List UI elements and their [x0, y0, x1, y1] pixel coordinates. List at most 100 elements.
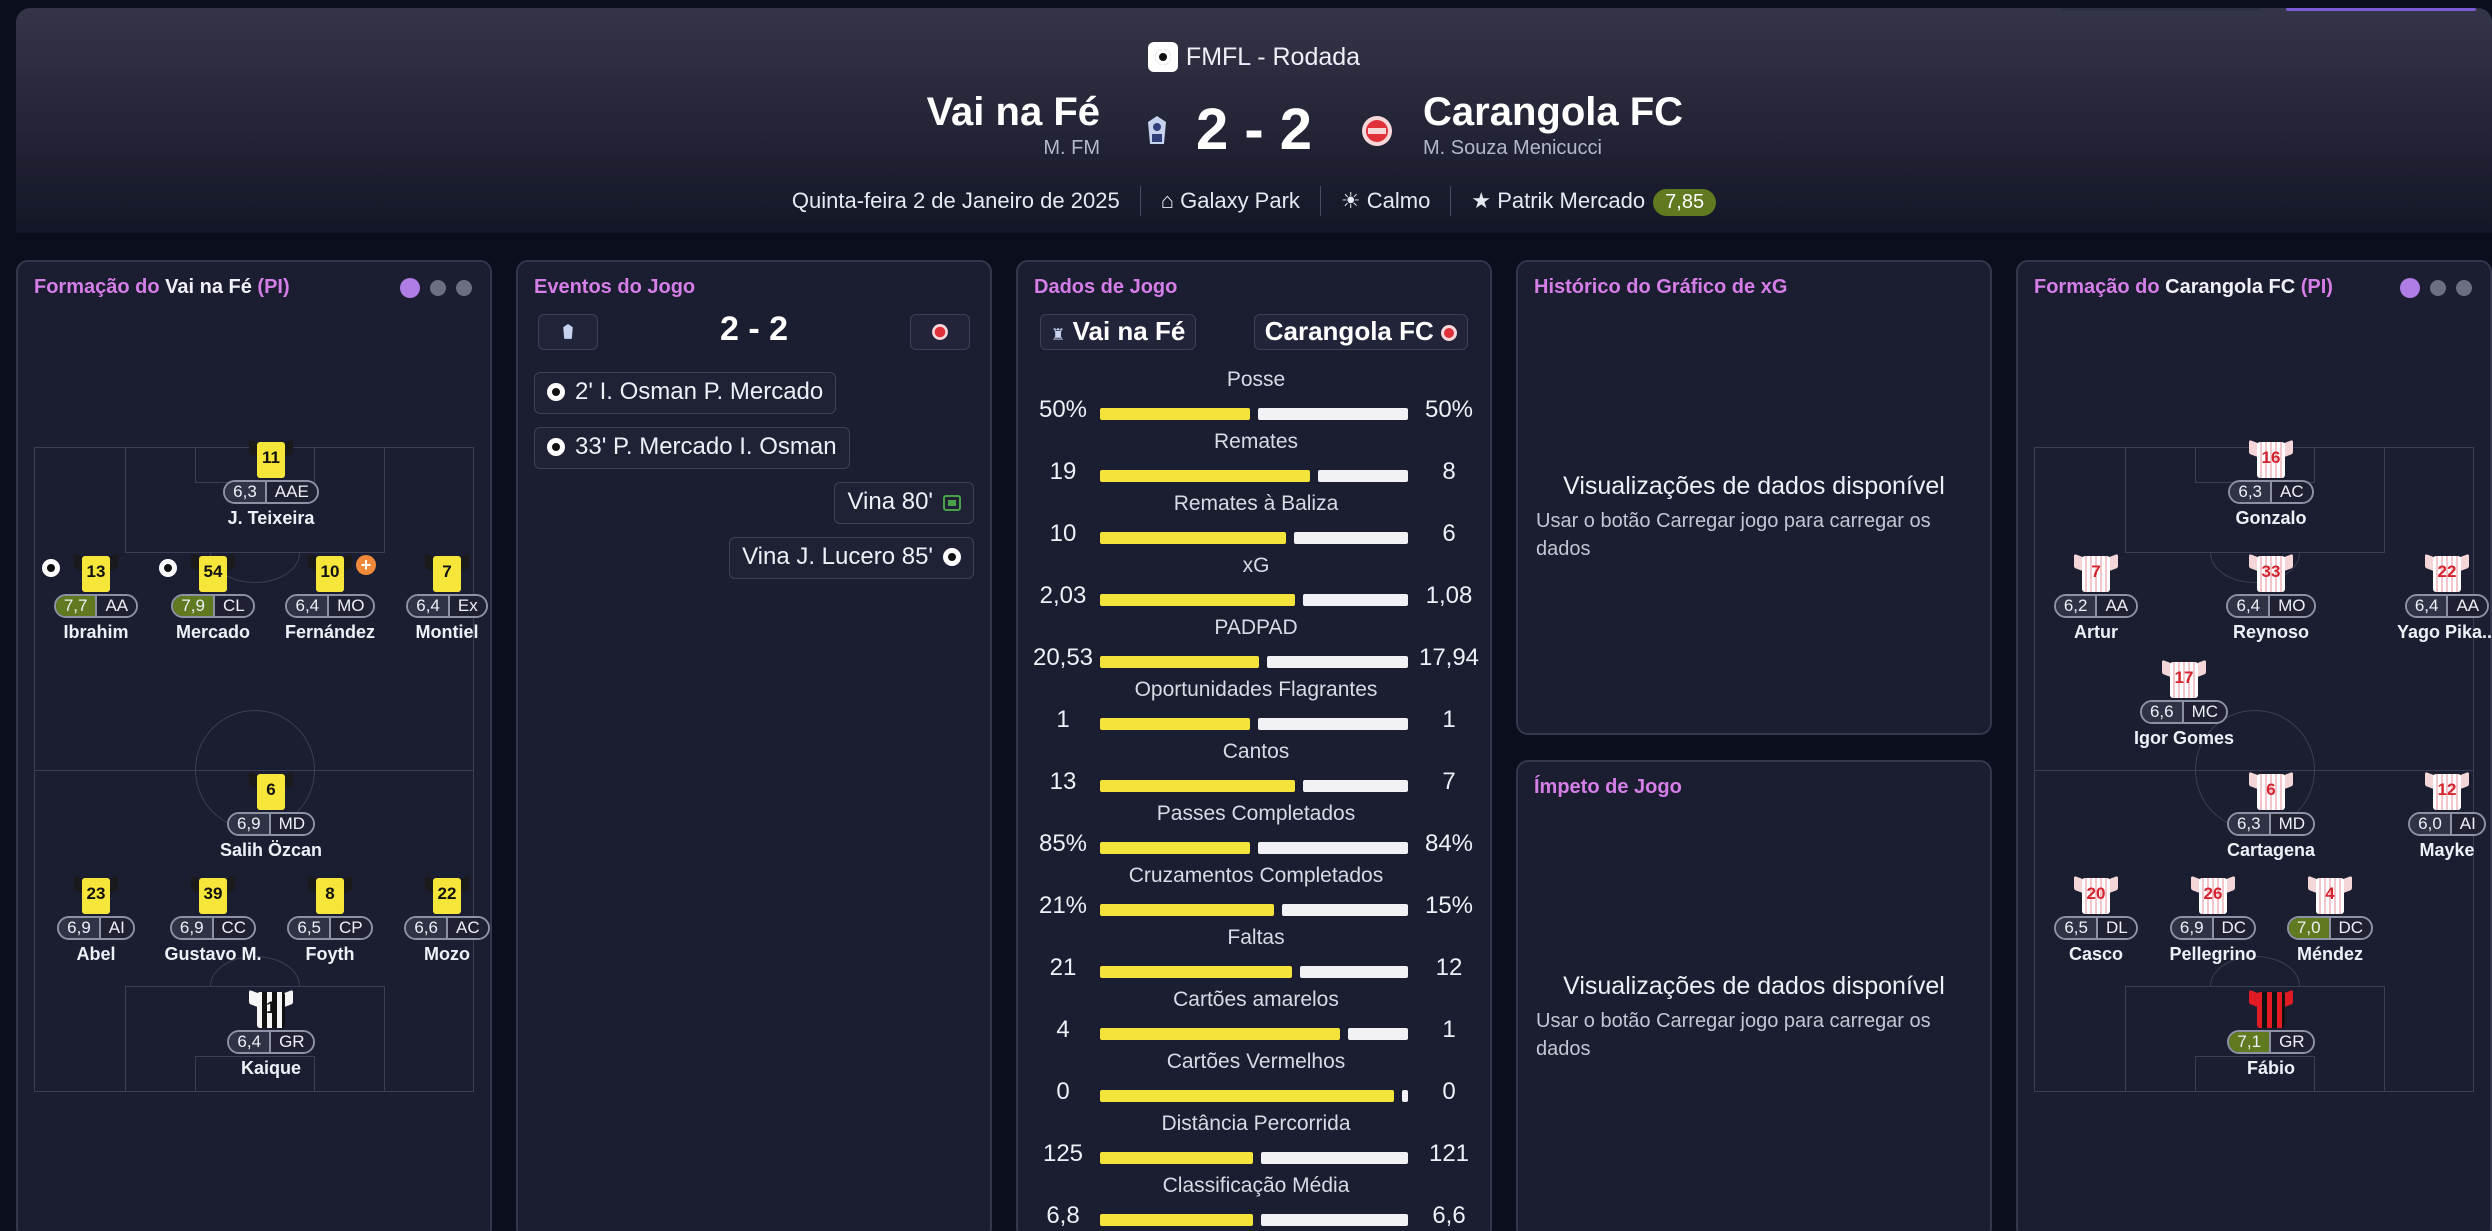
player-marker[interactable]: 22 6,6 AC Mozo [387, 875, 507, 965]
player-name[interactable]: Yago Pika... [2387, 622, 2492, 643]
player-name[interactable]: Kaique [211, 1058, 331, 1079]
player-name[interactable]: Fernández [270, 622, 390, 643]
player-marker[interactable]: 26 6,9 DC Pellegrino [2153, 875, 2273, 965]
shirt-icon: 6 [2249, 771, 2293, 810]
page-dot-1[interactable] [400, 278, 420, 298]
player-position: MO [2268, 596, 2314, 616]
player-marker[interactable]: 8 6,5 CP Foyth [270, 875, 390, 965]
player-marker[interactable]: 20 6,5 DL Casco [2036, 875, 2156, 965]
player-name[interactable]: Gustavo M. [153, 944, 273, 965]
player-name[interactable]: Artur [2036, 622, 2156, 643]
player-marker[interactable]: 11 6,3 AAE J. Teixeira [211, 439, 331, 529]
match-event[interactable]: 2' I. Osman P. Mercado [534, 372, 837, 414]
rating-position-pill: 6,6 AC [404, 916, 490, 940]
page-dot-3[interactable] [456, 280, 472, 296]
player-marker[interactable]: 7 6,4 Ex Montiel [387, 553, 507, 643]
away-team[interactable]: Carangola FC M. Souza Menicucci [1423, 90, 1683, 160]
rating-position-pill: 6,3 AC [2228, 480, 2314, 504]
stat-bar [1100, 966, 1408, 978]
player-marker[interactable]: 17 6,6 MC Igor Gomes [2124, 659, 2244, 749]
shirt-number: 22 [437, 884, 457, 903]
page-dot-2[interactable] [2430, 280, 2446, 296]
match-event[interactable]: Vina J. Lucero 85' [729, 537, 974, 579]
player-name[interactable]: Montiel [387, 622, 507, 643]
stat-bar [1100, 780, 1408, 792]
player-marker[interactable]: 6 6,9 MD Salih Özcan [211, 771, 331, 861]
rating-position-pill: 6,9 DC [2169, 916, 2257, 940]
match-event[interactable]: 33' P. Mercado I. Osman [534, 427, 850, 469]
player-name[interactable]: Reynoso [2211, 622, 2331, 643]
shirt-icon: 22 [2425, 553, 2469, 592]
player-rating: 6,3 [225, 482, 265, 502]
player-name[interactable]: Cartagena [2211, 840, 2331, 861]
player-name[interactable]: Fábio [2211, 1058, 2331, 1079]
away-manager[interactable]: M. Souza Menicucci [1423, 137, 1683, 160]
page-dot-3[interactable] [2456, 280, 2472, 296]
player-marker[interactable]: 23 6,9 AI Abel [36, 875, 156, 965]
player-marker[interactable]: 1 6,4 GR Kaique [211, 989, 331, 1079]
player-name[interactable]: Igor Gomes [2124, 728, 2244, 749]
player-name[interactable]: Abel [36, 944, 156, 965]
player-name[interactable]: Casco [2036, 944, 2156, 965]
player-name[interactable]: Salih Özcan [211, 840, 331, 861]
away-crest-box[interactable] [910, 314, 970, 350]
player-marker[interactable]: 6 6,3 MD Cartagena [2211, 771, 2331, 861]
player-name[interactable]: Gonzalo [2211, 508, 2331, 529]
shirt-icon: 17 [2162, 659, 2206, 698]
stat-label: Distância Percorrida [1161, 1112, 1351, 1135]
player-marker[interactable]: 13 7,7 AA Ibrahim [36, 553, 156, 643]
stats-home-team[interactable]: ♜ Vai na Fé [1040, 314, 1197, 350]
stat-bar [1100, 1152, 1408, 1164]
stat-bar [1100, 842, 1408, 854]
substitution-icon [943, 495, 961, 511]
player-marker[interactable]: 7 6,2 AA Artur [2036, 553, 2156, 643]
stat-away-value: 8 [1442, 458, 1456, 485]
event-text: Vina 80' [847, 488, 933, 515]
page-dot-1[interactable] [2400, 278, 2420, 298]
shirt-icon: 20 [2074, 875, 2118, 914]
player-marker[interactable]: 16 6,3 AC Gonzalo [2211, 439, 2331, 529]
stat-row: Cartões amarelos 4 1 [1018, 988, 1494, 1050]
player-of-match-name[interactable]: Patrik Mercado [1497, 188, 1645, 213]
shirt-number: 54 [203, 562, 223, 581]
player-marker[interactable]: 22 6,4 AA Yago Pika... [2387, 553, 2492, 643]
player-rating: 7,9 [173, 596, 213, 616]
player-marker[interactable]: +10 6,4 MO Fernández [270, 553, 390, 643]
stats-away-team[interactable]: Carangola FC [1253, 314, 1468, 350]
stat-bar-home [1100, 656, 1259, 668]
player-marker[interactable]: 4 7,0 DC Méndez [2270, 875, 2390, 965]
stadium-name[interactable]: Galaxy Park [1180, 188, 1300, 213]
momentum-title: Ímpeto de Jogo [1534, 776, 1682, 798]
shirt-number: 7 [2091, 562, 2101, 581]
player-name[interactable]: Mercado [153, 622, 273, 643]
player-name[interactable]: Mayke [2387, 840, 2492, 861]
shirt-icon: 7 [2074, 553, 2118, 592]
player-name[interactable]: Méndez [2270, 944, 2390, 965]
rating-position-pill: 6,0 AI [2408, 812, 2486, 836]
stat-away-value: 12 [1435, 954, 1463, 981]
player-marker[interactable]: 12 6,0 AI Mayke [2387, 771, 2492, 861]
player-marker[interactable]: 1 7,1GR Fábio [2211, 989, 2331, 1079]
stat-bar-away [1258, 842, 1408, 854]
player-name[interactable]: J. Teixeira [211, 508, 331, 529]
momentum-empty-sub: Usar o botão Carregar jogo para carregar… [1536, 1010, 1931, 1060]
player-name[interactable]: Mozo [387, 944, 507, 965]
player-name[interactable]: Ibrahim [36, 622, 156, 643]
player-marker[interactable]: 54 7,9 CL Mercado [153, 553, 273, 643]
stat-bar [1100, 594, 1408, 606]
xg-empty-title: Visualizações de dados disponível [1563, 472, 1945, 500]
player-marker[interactable]: 39 6,9 CC Gustavo M. [153, 875, 273, 965]
away-team-name[interactable]: Carangola FC [1423, 90, 1683, 135]
player-position: MD [2268, 814, 2314, 834]
match-event[interactable]: Vina 80' [834, 482, 974, 524]
rating-position-pill: 7,0 DC [2286, 916, 2374, 940]
competition-title[interactable]: FMFL - Rodada [16, 42, 2492, 72]
xg-history-panel: Histórico do Gráfico de xG Visualizações… [1516, 260, 1992, 735]
player-name[interactable]: Foyth [270, 944, 390, 965]
page-dot-2[interactable] [430, 280, 446, 296]
player-name[interactable]: Pellegrino [2153, 944, 2273, 965]
stat-away-value: 50% [1424, 396, 1474, 423]
player-marker[interactable]: 33 6,4 MO Reynoso [2211, 553, 2331, 643]
stat-bar-away [1261, 1152, 1408, 1164]
match-header: FMFL - Rodada Vai na Fé M. FM 2 - 2 Cara… [16, 8, 2492, 233]
